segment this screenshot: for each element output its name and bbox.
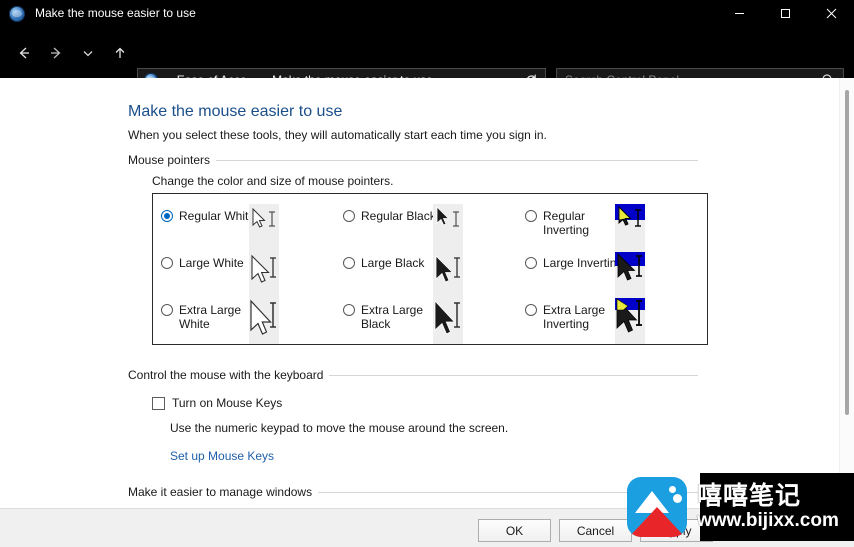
pointer-preview-extra-large-black — [433, 298, 463, 344]
group-label: Make it easier to manage windows — [128, 485, 313, 499]
ok-button[interactable]: OK — [478, 519, 551, 542]
mouse-pointers-description: Change the color and size of mouse point… — [152, 174, 394, 188]
radio-regular-inverting[interactable] — [525, 210, 537, 222]
group-heading-keyboard-control: Control the mouse with the keyboard — [128, 368, 698, 382]
navigation-bar: « Ease of Acce... › Make the mouse easie… — [0, 27, 854, 92]
ease-of-access-icon — [9, 5, 25, 22]
group-heading-manage-windows: Make it easier to manage windows — [128, 485, 698, 499]
title-bar: Make the mouse easier to use — [0, 0, 854, 27]
pointer-preview-large-black — [433, 252, 463, 300]
pointer-preview-large-white — [249, 252, 279, 300]
radio-extra-large-black[interactable] — [343, 304, 355, 316]
pointer-option-regular-black[interactable]: Regular Black — [343, 209, 445, 223]
close-button[interactable] — [808, 0, 854, 27]
vertical-scrollbar[interactable] — [839, 78, 854, 508]
pointer-option-regular-white[interactable]: Regular White — [161, 209, 263, 223]
pointer-preview-regular-black — [433, 204, 463, 252]
pointer-option-extra-large-inverting[interactable]: Extra Large Inverting — [525, 303, 627, 331]
group-label: Mouse pointers — [128, 153, 211, 167]
watermark-backdrop — [700, 473, 854, 541]
control-panel-window: Make the mouse easier to use Make the mo… — [0, 0, 854, 547]
radio-large-inverting[interactable] — [525, 257, 537, 269]
up-button[interactable] — [104, 37, 136, 69]
pointer-preview-regular-inverting — [615, 204, 645, 252]
pointer-option-extra-large-black[interactable]: Extra Large Black — [343, 303, 445, 331]
minimize-button[interactable] — [716, 0, 762, 27]
group-rule — [216, 159, 698, 161]
back-button[interactable] — [8, 37, 40, 69]
radio-large-black[interactable] — [343, 257, 355, 269]
pointer-preview-extra-large-inverting — [615, 298, 645, 344]
window-title: Make the mouse easier to use — [35, 6, 196, 20]
pointer-preview-regular-white — [249, 204, 279, 252]
turn-on-mouse-keys-checkbox[interactable] — [152, 396, 165, 410]
content-area: Make the mouse easier to use When you se… — [0, 78, 854, 508]
radio-regular-white[interactable] — [161, 210, 173, 222]
pointer-option-large-black[interactable]: Large Black — [343, 256, 445, 270]
pointer-option-large-white[interactable]: Large White — [161, 256, 263, 270]
pointer-scheme-list: Regular White Large White Extra Large Wh… — [152, 193, 708, 345]
turn-on-mouse-keys-row[interactable]: Turn on Mouse Keys — [152, 396, 282, 410]
forward-button[interactable] — [40, 37, 72, 69]
set-up-mouse-keys-link[interactable]: Set up Mouse Keys — [170, 449, 274, 463]
pointer-option-extra-large-white[interactable]: Extra Large White — [161, 303, 263, 331]
page-subtitle: When you select these tools, they will a… — [128, 128, 547, 142]
mouse-keys-description: Use the numeric keypad to move the mouse… — [170, 421, 509, 435]
scrollbar-thumb[interactable] — [845, 90, 849, 415]
radio-extra-large-inverting[interactable] — [525, 304, 537, 316]
radio-extra-large-white[interactable] — [161, 304, 173, 316]
pointer-option-regular-inverting[interactable]: Regular Inverting — [525, 209, 627, 237]
group-rule — [329, 374, 698, 376]
page-title: Make the mouse easier to use — [128, 103, 343, 120]
turn-on-mouse-keys-label: Turn on Mouse Keys — [172, 396, 283, 410]
group-rule — [318, 491, 698, 493]
maximize-button[interactable] — [762, 0, 808, 27]
cancel-button[interactable]: Cancel — [559, 519, 632, 542]
radio-large-white[interactable] — [161, 257, 173, 269]
group-heading-mouse-pointers: Mouse pointers — [128, 153, 698, 167]
pointer-preview-extra-large-white — [249, 298, 279, 344]
group-label: Control the mouse with the keyboard — [128, 368, 324, 382]
recent-locations-button[interactable] — [72, 37, 104, 69]
radio-regular-black[interactable] — [343, 210, 355, 222]
pointer-preview-large-inverting — [615, 252, 645, 300]
pointer-option-large-inverting[interactable]: Large Inverting — [525, 256, 627, 270]
window-controls — [716, 0, 854, 27]
